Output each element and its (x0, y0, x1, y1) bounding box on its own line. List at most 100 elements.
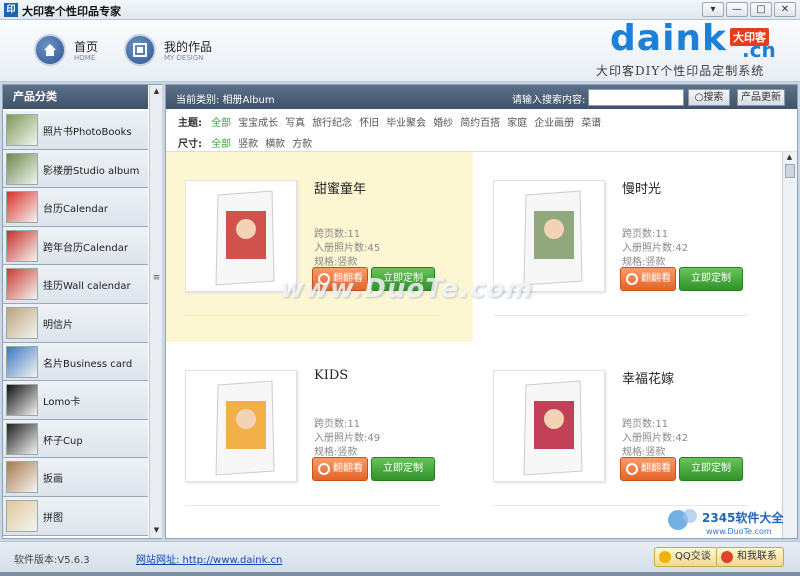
scroll-up-icon[interactable]: ▲ (151, 86, 162, 97)
sidebar-item[interactable]: 拼图 (3, 496, 148, 536)
search-input[interactable] (588, 89, 684, 106)
nav-home[interactable]: 首页 HOME (34, 34, 114, 68)
product-cover-image[interactable] (185, 370, 297, 482)
qq-icon (659, 551, 671, 563)
search-button[interactable]: ○搜索 (688, 89, 730, 106)
contact-button[interactable]: 和我联系 (716, 547, 784, 567)
customize-now-button[interactable]: 立即定制 (679, 267, 743, 291)
customize-now-button[interactable]: 立即定制 (679, 457, 743, 481)
version-text: 软件版本:V5.6.3 (14, 555, 90, 566)
website-link[interactable]: 网站网址: http://www.daink.cn (136, 551, 282, 566)
product-panel: 当前类别: 相册Album 请输入搜索内容: ○搜索 产品更新 主题: 全部 宝宝… (165, 84, 798, 539)
category-thumbnail-icon (6, 345, 38, 378)
product-pages: 跨页数:11 (622, 419, 669, 430)
product-pages: 跨页数:11 (314, 419, 361, 430)
update-products-button[interactable]: 产品更新 (737, 89, 785, 106)
sidebar-item[interactable]: 明信片 (3, 303, 148, 343)
window-title: 大印客个性印品专家 (22, 5, 121, 18)
theme-filter-option[interactable]: 怀旧 (359, 114, 379, 129)
sidebar-scrollbar[interactable]: ▲ ≡ ▼ (149, 85, 162, 538)
sidebar-item-label: 台历Calendar (43, 204, 108, 216)
product-card: 甜蜜童年 跨页数:11 入册照片数:45 规格:竖款 翻翻看 立即定制 (166, 152, 473, 342)
theme-filter-option[interactable]: 企业画册 (534, 114, 574, 129)
tagline: 大印客DIY个性印品定制系统 (596, 64, 765, 78)
flip-preview-label: 翻翻看 (641, 463, 671, 474)
theme-filter-option[interactable]: 菜谱 (581, 114, 601, 129)
search-label: 请输入搜索内容: (512, 95, 586, 106)
content-scrollbar[interactable]: ▲ (782, 152, 797, 538)
size-filter-option[interactable]: 横款 (265, 135, 285, 150)
sidebar-item[interactable]: 名片Business card (3, 342, 148, 382)
size-filter-option[interactable]: 方款 (292, 135, 312, 150)
theme-filter-option[interactable]: 宝宝成长 (238, 114, 278, 129)
flip-preview-button[interactable]: 翻翻看 (620, 457, 676, 481)
preview-icon (318, 463, 330, 475)
nav-home-title: 首页 (74, 40, 99, 54)
corner-brand-url: www.DuoTe.com (706, 527, 772, 536)
maximize-button[interactable]: □ (750, 2, 772, 17)
scroll-down-icon[interactable]: ▼ (151, 525, 162, 536)
size-label: 尺寸: (178, 139, 202, 150)
sidebar-item-label: 杯子Cup (43, 435, 83, 447)
sidebar-item-label: 影楼册Studio album (43, 165, 140, 177)
close-button[interactable]: ✕ (774, 2, 796, 17)
product-spec: 规格:竖款 (622, 257, 666, 268)
qq-chat-label: QQ交谈 (675, 551, 711, 562)
sidebar-item[interactable]: 影楼册Studio album (3, 149, 148, 189)
sidebar-item-label: 明信片 (43, 319, 73, 331)
theme-filter-option[interactable]: 毕业聚会 (386, 114, 426, 129)
theme-filter-option[interactable]: 全部 (211, 114, 231, 129)
sidebar-item-label: 名片Business card (43, 358, 133, 370)
minimize-button[interactable]: — (726, 2, 748, 17)
product-cover-image[interactable] (493, 370, 605, 482)
category-thumbnail-icon (6, 306, 38, 339)
product-card: 慢时光 跨页数:11 入册照片数:42 规格:竖款 翻翻看 立即定制 (474, 152, 781, 342)
panel-header: 当前类别: 相册Album 请输入搜索内容: ○搜索 产品更新 (166, 85, 797, 109)
search-button-label: 搜索 (703, 92, 724, 103)
sidebar-item[interactable]: 杯子Cup (3, 419, 148, 459)
theme-filter-option[interactable]: 简约百搭 (460, 114, 500, 129)
sidebar-item[interactable]: 挂历Wall calendar (3, 265, 148, 304)
sidebar-item-label: 跨年台历Calendar (43, 242, 128, 254)
preview-icon (626, 463, 638, 475)
scroll-thumb[interactable] (785, 164, 795, 178)
sidebar-item[interactable]: 扳画 (3, 458, 148, 497)
qq-chat-button[interactable]: QQ交谈 (654, 547, 718, 567)
sidebar-item-label: 照片书PhotoBooks (43, 127, 132, 138)
category-thumbnail-icon (6, 229, 38, 262)
category-thumbnail-icon (6, 114, 38, 146)
flip-preview-button[interactable]: 翻翻看 (620, 267, 676, 291)
product-photo-count: 入册照片数:42 (622, 433, 689, 444)
my-design-icon (124, 34, 156, 66)
customize-now-button[interactable]: 立即定制 (371, 457, 435, 481)
theme-filter-option[interactable]: 写真 (285, 114, 305, 129)
category-thumbnail-icon (6, 191, 38, 224)
card-divider (185, 505, 440, 506)
sidebar-item[interactable]: 照片书PhotoBooks (3, 111, 148, 150)
size-filter-option[interactable]: 竖款 (238, 135, 258, 150)
flip-preview-button[interactable]: 翻翻看 (312, 457, 368, 481)
card-divider (493, 315, 748, 316)
theme-filter: 主题: 全部 宝宝成长 写真 旅行纪念 怀旧 毕业聚会 婚纱 简约百搭 家庭 企业画册 菜谱 (178, 114, 608, 132)
nav-home-sub: HOME (74, 54, 96, 62)
watermark-text: www.DuoTe.com (280, 274, 534, 304)
nav-my-design-title: 我的作品 (164, 40, 213, 54)
nav-my-design[interactable]: 我的作品 MY DESIGN (124, 34, 224, 68)
theme-filter-option[interactable]: 婚纱 (433, 114, 453, 129)
theme-filter-option[interactable]: 家庭 (507, 114, 527, 129)
category-thumbnail-icon (6, 461, 38, 494)
sidebar-title: 产品分类 (3, 85, 148, 109)
category-thumbnail-icon (6, 152, 38, 185)
sidebar-item[interactable]: 台历Calendar (3, 188, 148, 227)
sidebar-item[interactable]: 跨年台历Calendar (3, 226, 148, 266)
flip-preview-label: 翻翻看 (641, 273, 671, 284)
sidebar-item[interactable]: Lomo卡 (3, 381, 148, 420)
scroll-grip-icon[interactable]: ≡ (151, 273, 162, 293)
menu-dropdown-button[interactable]: ▾ (702, 2, 724, 17)
theme-filter-option[interactable]: 旅行纪念 (312, 114, 352, 129)
sidebar-item-label: 拼图 (43, 512, 63, 524)
sidebar-item-label: 扳画 (43, 474, 63, 486)
scroll-up-icon[interactable]: ▲ (784, 152, 795, 163)
size-filter-option[interactable]: 全部 (211, 135, 231, 150)
current-category: 当前类别: 相册Album (176, 95, 275, 106)
